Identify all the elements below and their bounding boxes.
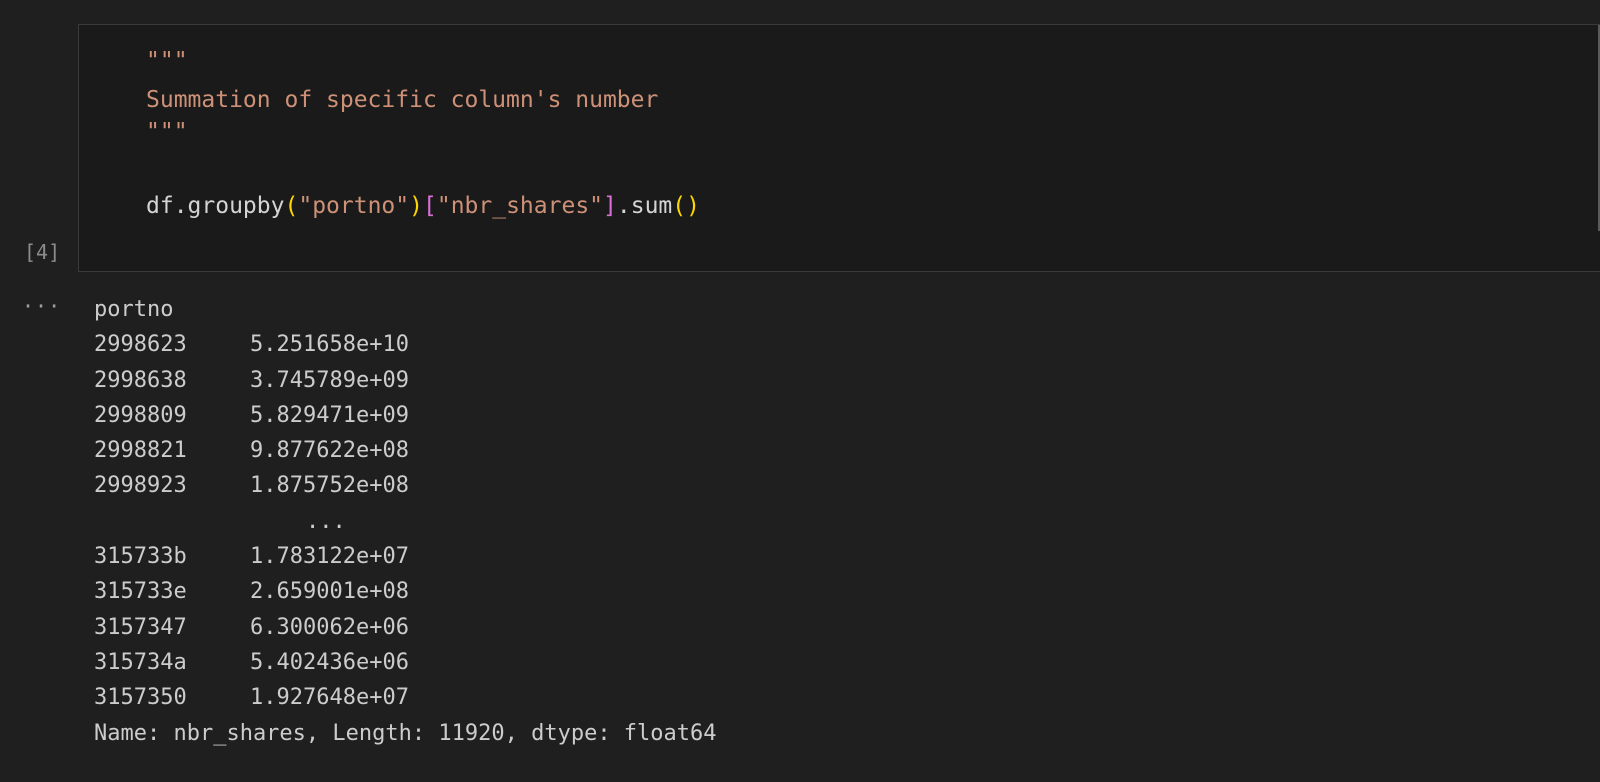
row-value: 6.300062e+06 [250,614,409,640]
row-value: 5.829471e+09 [250,402,409,428]
row-index: 315733b [94,544,187,570]
row-index: 2998821 [94,438,187,464]
code-call-parens: () [672,193,700,219]
docstring-close: """ [146,119,188,145]
row-index: 2998923 [94,473,187,499]
output-row: 2998809 5.829471e+09 [94,400,717,435]
row-index: 3157347 [94,614,187,640]
code-paren-open: ( [284,193,299,219]
code-method: .sum [616,193,673,219]
output-ellipsis: ... [306,508,346,534]
row-index: 2998809 [94,402,187,428]
notebook-cell: """ Summation of specific column's numbe… [0,0,1600,782]
row-value: 2.659001e+08 [250,579,409,605]
row-index: 315733e [94,579,187,605]
row-value: 5.402436e+06 [250,649,409,675]
output-header: portno [94,297,174,322]
output-row: 315734a 5.402436e+06 [94,647,717,682]
code-bracket-close: ] [603,193,617,219]
row-value: 9.877622e+08 [250,438,409,464]
row-value: 3.745789e+09 [250,367,409,393]
output-row: 315733e 2.659001e+08 [94,576,717,611]
docstring-text: Summation of specific column's number [146,87,659,113]
output-row: 315733b 1.783122e+07 [94,541,717,576]
output-row: 2998923 1.875752e+08 [94,470,717,505]
code-call-prefix: df.groupby [146,193,285,219]
output-row: 3157350 1.927648e+07 [94,682,717,717]
row-value: 5.251658e+10 [250,332,409,358]
row-index: 3157350 [94,685,187,711]
groupby-code-line: df.groupby("portno")["nbr_shares"].sum() [146,192,700,220]
execution-count: [4] [24,240,61,264]
docstring-open: """ [146,48,188,74]
row-index: 315734a [94,649,187,675]
output-row: 2998821 9.877622e+08 [94,435,717,470]
cell-output: portno 2998623 5.251658e+10 2998638 3.7457… [94,294,717,753]
output-row: 2998638 3.745789e+09 [94,365,717,400]
output-footer: Name: nbr_shares, Length: 11920, dtype: … [94,720,717,746]
output-more-actions-icon[interactable]: ··· [22,294,61,318]
row-value: 1.783122e+07 [250,544,409,570]
row-index: 2998638 [94,367,187,393]
code-paren-close: ) [409,193,423,219]
code-arg-column: "nbr_shares" [436,193,604,219]
code-editor[interactable]: """ Summation of specific column's numbe… [78,24,1600,272]
row-index: 2998623 [94,332,187,358]
output-row: 3157347 6.300062e+06 [94,612,717,647]
row-value: 1.927648e+07 [250,685,409,711]
row-value: 1.875752e+08 [250,473,409,499]
code-arg-groupby: "portno" [298,193,410,219]
output-row: 2998623 5.251658e+10 [94,329,717,364]
code-bracket-open: [ [422,193,437,219]
